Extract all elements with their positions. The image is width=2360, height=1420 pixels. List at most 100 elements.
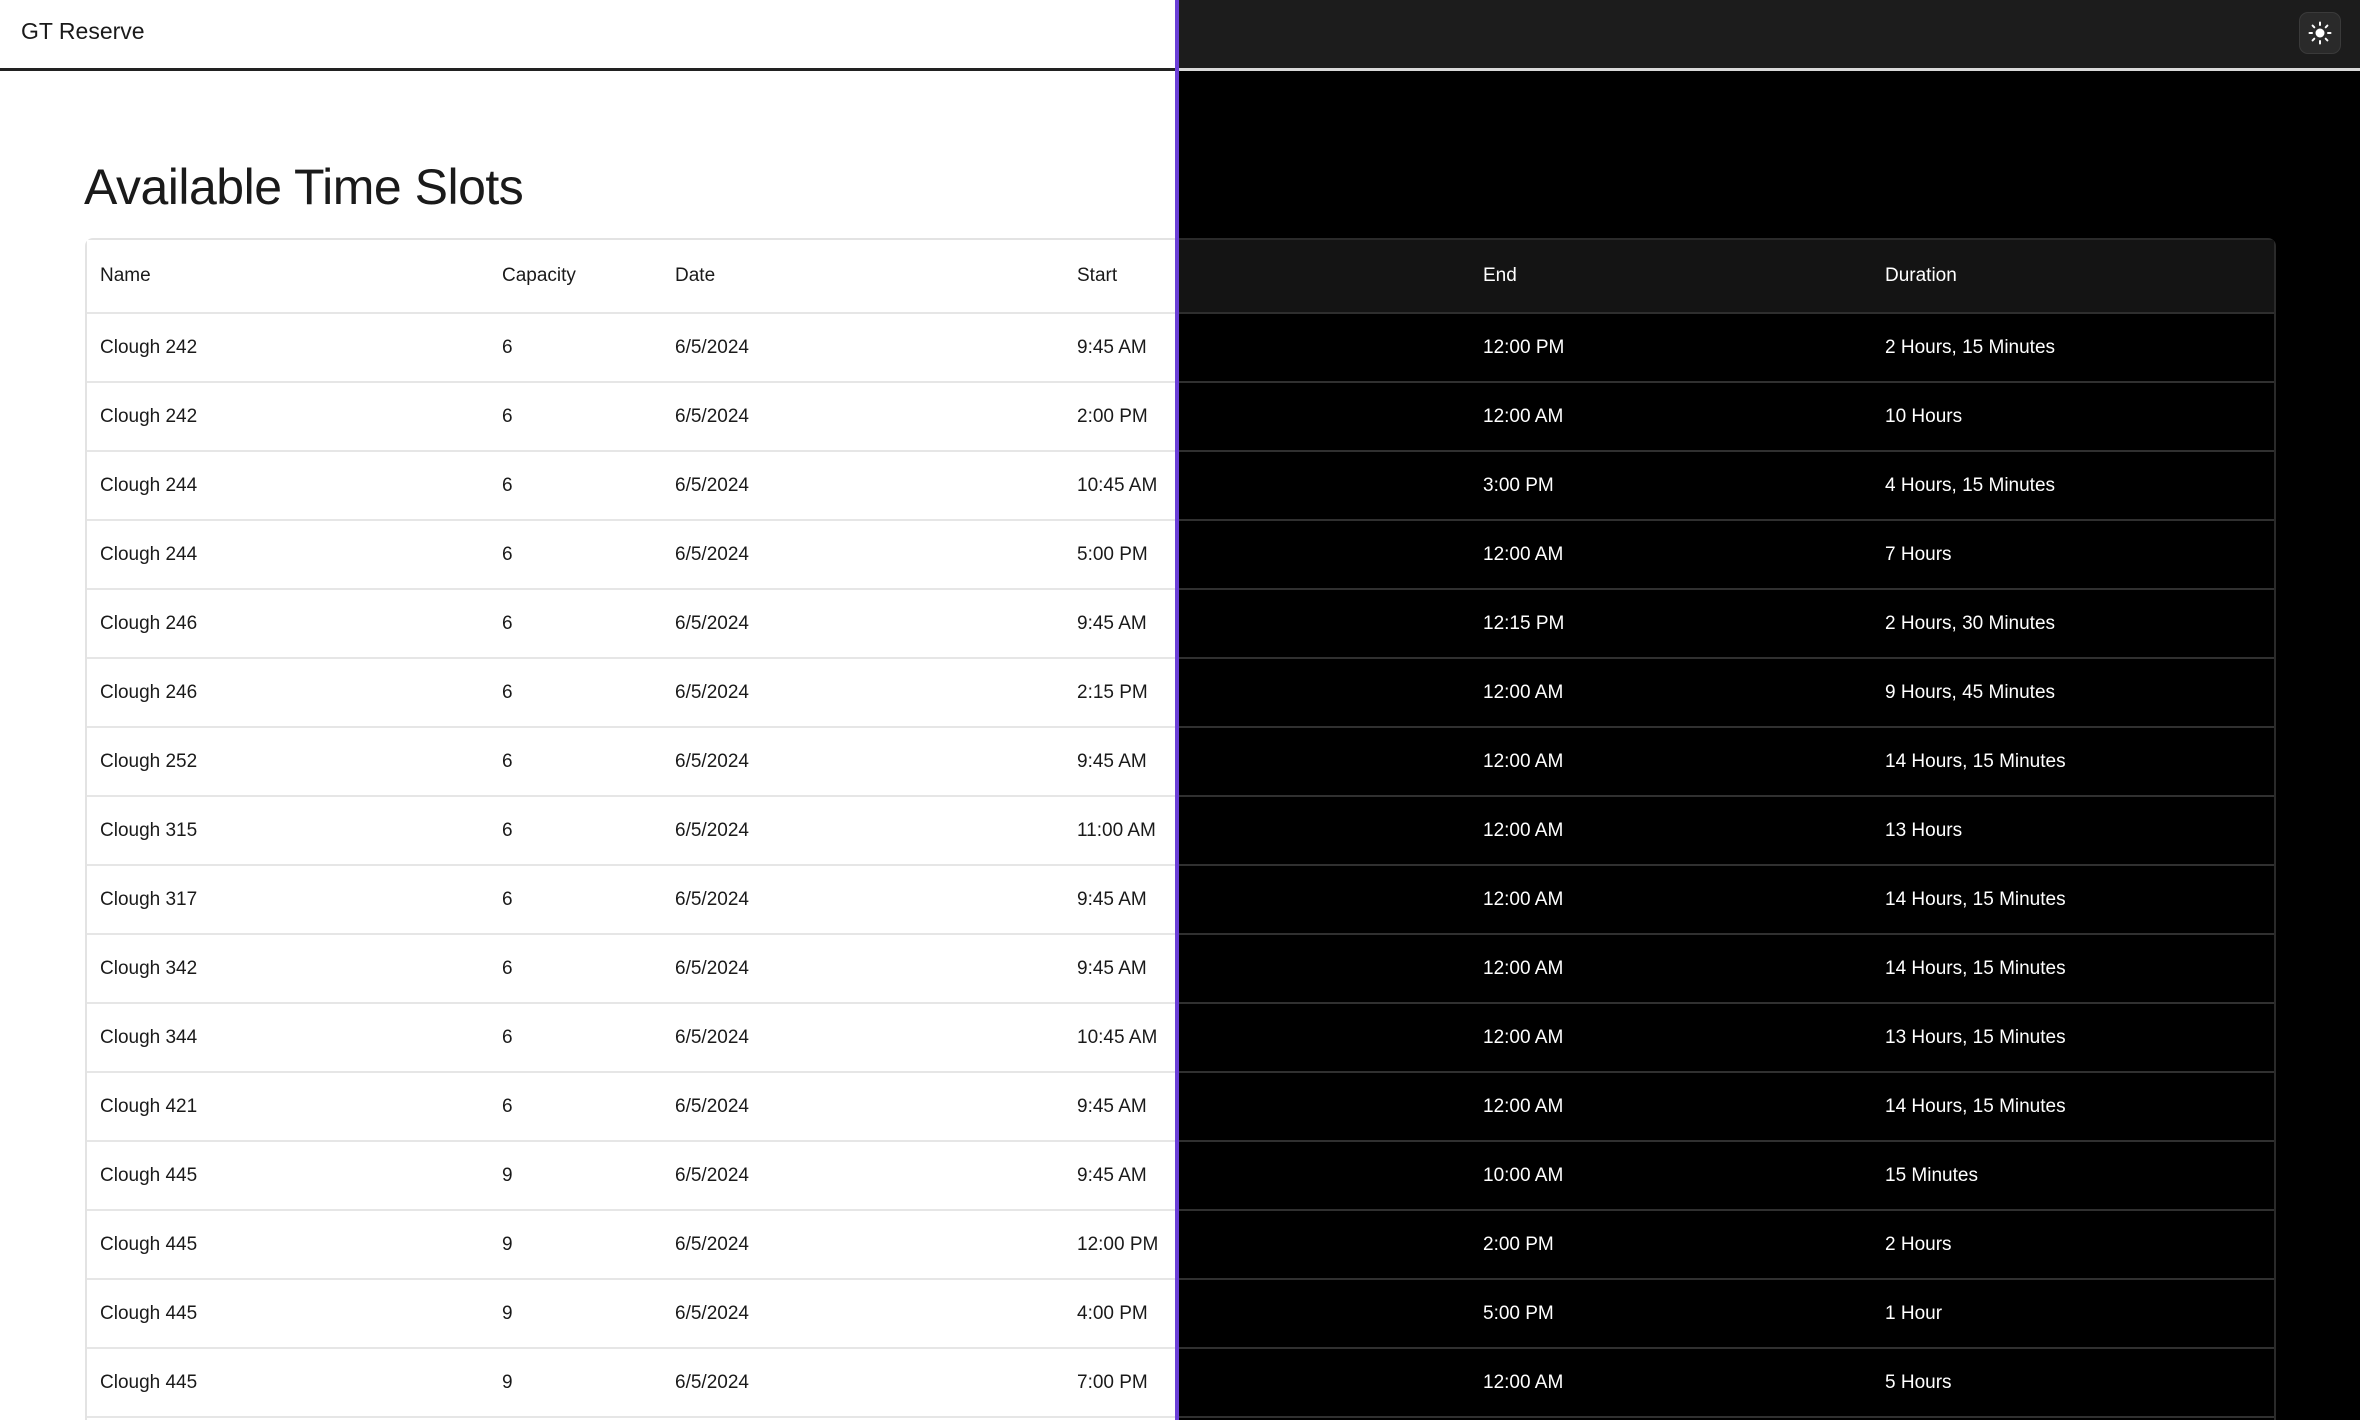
cell-duration: 15 Minutes (1885, 1164, 1978, 1186)
cell-name: Clough 317 (100, 888, 198, 910)
cell-end: 12:00 AM (1483, 1026, 1564, 1048)
column-header-start[interactable]: Start (1077, 240, 1117, 312)
cell-capacity: 9 (502, 1233, 513, 1255)
cell-start: 9:45 AM (1077, 957, 1147, 979)
cell-end: 12:00 AM (1483, 888, 1564, 910)
cell-capacity: 6 (502, 957, 513, 979)
cell-duration: 5 Hours (1885, 1371, 1952, 1393)
cell-capacity: 6 (502, 888, 513, 910)
cell-date: 6/5/2024 (675, 888, 749, 910)
cell-date: 6/5/2024 (675, 750, 749, 772)
cell-capacity: 6 (502, 336, 513, 358)
cell-duration: 9 Hours, 45 Minutes (1885, 681, 2056, 703)
cell-name: Clough 342 (100, 957, 198, 979)
cell-capacity: 6 (502, 543, 513, 565)
cell-end: 12:00 AM (1483, 750, 1564, 772)
cell-duration: 7 Hours (1885, 543, 1952, 565)
cell-end: 12:15 PM (1483, 612, 1565, 634)
cell-name: Clough 244 (100, 474, 198, 496)
cell-start: 2:15 PM (1077, 681, 1148, 703)
page-title: Available Time Slots (84, 159, 524, 215)
app-title[interactable]: GT Reserve (21, 18, 145, 45)
cell-capacity: 6 (502, 612, 513, 634)
column-header-capacity[interactable]: Capacity (502, 240, 576, 312)
cell-date: 6/5/2024 (675, 474, 749, 496)
cell-name: Clough 246 (100, 612, 198, 634)
cell-name: Clough 344 (100, 1026, 198, 1048)
cell-date: 6/5/2024 (675, 1233, 749, 1255)
cell-end: 12:00 AM (1483, 543, 1564, 565)
cell-capacity: 9 (502, 1371, 513, 1393)
cell-name: Clough 315 (100, 819, 198, 841)
cell-start: 11:00 AM (1077, 819, 1156, 841)
cell-duration: 10 Hours (1885, 405, 1963, 427)
cell-date: 6/5/2024 (675, 1026, 749, 1048)
cell-name: Clough 244 (100, 543, 198, 565)
cell-duration: 14 Hours, 15 Minutes (1885, 888, 2066, 910)
cell-name: Clough 445 (100, 1164, 198, 1186)
cell-end: 12:00 AM (1483, 1095, 1564, 1117)
column-header-end[interactable]: End (1483, 240, 1517, 312)
cell-duration: 14 Hours, 15 Minutes (1885, 750, 2066, 772)
cell-end: 12:00 AM (1483, 681, 1564, 703)
cell-duration: 2 Hours, 30 Minutes (1885, 612, 2056, 634)
column-header-duration[interactable]: Duration (1885, 240, 1957, 312)
cell-date: 6/5/2024 (675, 1095, 749, 1117)
cell-capacity: 6 (502, 474, 513, 496)
cell-end: 5:00 PM (1483, 1302, 1554, 1324)
cell-duration: 2 Hours (1885, 1233, 1952, 1255)
cell-capacity: 6 (502, 750, 513, 772)
cell-start: 7:00 PM (1077, 1371, 1148, 1393)
cell-end: 12:00 PM (1483, 336, 1565, 358)
cell-start: 9:45 AM (1077, 1164, 1147, 1186)
cell-date: 6/5/2024 (675, 612, 749, 634)
cell-date: 6/5/2024 (675, 543, 749, 565)
cell-end: 12:00 AM (1483, 957, 1564, 979)
cell-date: 6/5/2024 (675, 336, 749, 358)
cell-date: 6/5/2024 (675, 1371, 749, 1393)
sun-icon (2308, 21, 2332, 45)
cell-duration: 14 Hours, 15 Minutes (1885, 1095, 2066, 1117)
cell-start: 10:45 AM (1077, 1026, 1158, 1048)
cell-name: Clough 421 (100, 1095, 198, 1117)
cell-capacity: 9 (502, 1164, 513, 1186)
cell-end: 12:00 AM (1483, 1371, 1564, 1393)
cell-start: 5:00 PM (1077, 543, 1148, 565)
cell-name: Clough 445 (100, 1302, 198, 1324)
comparison-slider-divider[interactable] (1175, 0, 1179, 1420)
cell-start: 9:45 AM (1077, 336, 1147, 358)
cell-duration: 4 Hours, 15 Minutes (1885, 474, 2056, 496)
cell-capacity: 6 (502, 681, 513, 703)
cell-name: Clough 445 (100, 1233, 198, 1255)
cell-start: 12:00 PM (1077, 1233, 1159, 1255)
cell-end: 12:00 AM (1483, 819, 1564, 841)
cell-capacity: 6 (502, 1095, 513, 1117)
cell-date: 6/5/2024 (675, 681, 749, 703)
cell-name: Clough 242 (100, 405, 198, 427)
cell-date: 6/5/2024 (675, 819, 749, 841)
cell-duration: 2 Hours, 15 Minutes (1885, 336, 2056, 358)
column-header-date[interactable]: Date (675, 240, 715, 312)
cell-capacity: 6 (502, 819, 513, 841)
cell-name: Clough 246 (100, 681, 198, 703)
cell-start: 9:45 AM (1077, 750, 1147, 772)
cell-name: Clough 252 (100, 750, 198, 772)
cell-end: 12:00 AM (1483, 405, 1564, 427)
cell-start: 2:00 PM (1077, 405, 1148, 427)
cell-end: 10:00 AM (1483, 1164, 1564, 1186)
cell-date: 6/5/2024 (675, 1164, 749, 1186)
cell-start: 9:45 AM (1077, 1095, 1147, 1117)
cell-duration: 13 Hours (1885, 819, 1963, 841)
cell-start: 10:45 AM (1077, 474, 1158, 496)
cell-name: Clough 242 (100, 336, 198, 358)
theme-toggle-button[interactable] (2299, 12, 2341, 54)
cell-date: 6/5/2024 (675, 957, 749, 979)
cell-duration: 1 Hour (1885, 1302, 1943, 1324)
cell-date: 6/5/2024 (675, 1302, 749, 1324)
cell-duration: 13 Hours, 15 Minutes (1885, 1026, 2066, 1048)
cell-duration: 14 Hours, 15 Minutes (1885, 957, 2066, 979)
cell-end: 2:00 PM (1483, 1233, 1554, 1255)
column-header-name[interactable]: Name (100, 240, 151, 312)
cell-start: 9:45 AM (1077, 888, 1147, 910)
cell-start: 4:00 PM (1077, 1302, 1148, 1324)
